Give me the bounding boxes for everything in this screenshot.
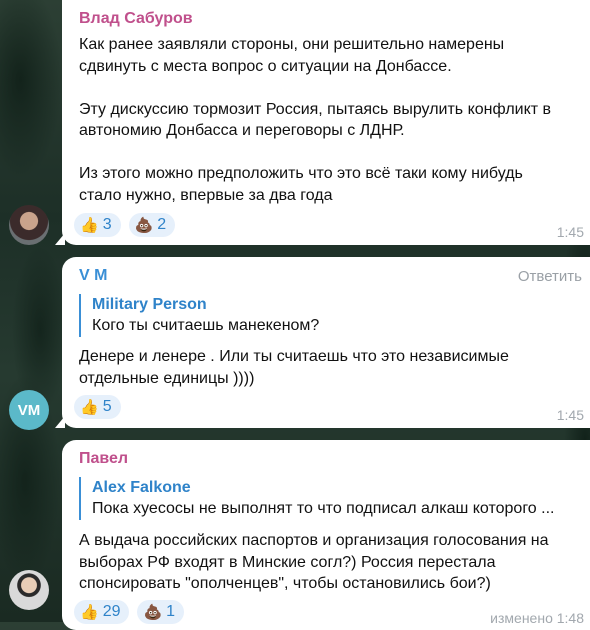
reaction-poop[interactable]: 💩 2 — [128, 213, 176, 237]
reactions-bar: 👍 29 💩 1 — [74, 600, 185, 624]
quote-author: Alex Falkone — [92, 479, 191, 496]
poop-icon: 💩 — [143, 602, 163, 621]
message-time: 1:45 — [556, 224, 584, 240]
reaction-poop[interactable]: 💩 1 — [137, 600, 185, 624]
poop-icon: 💩 — [134, 215, 154, 234]
reactions-bar: 👍 3 💩 2 — [74, 213, 176, 237]
reply-quote[interactable]: Alex Falkone Пока хуесосы не выполнят то… — [79, 477, 580, 520]
message-bubble[interactable]: V M Ответить Military Person Кого ты счи… — [55, 257, 590, 428]
reaction-count: 3 — [102, 216, 112, 233]
reaction-thumbs-up[interactable]: 👍 3 — [74, 213, 121, 237]
reaction-count: 5 — [102, 398, 112, 415]
message-time: изменено 1:48 — [490, 610, 584, 626]
message-text: Как ранее заявляли стороны, они решитель… — [79, 36, 552, 204]
quote-text: Кого ты считаешь манекеном? — [92, 317, 320, 334]
reaction-count: 1 — [166, 603, 176, 620]
message-text: А выдача российских паспортов и организа… — [79, 532, 549, 592]
avatar[interactable] — [9, 570, 49, 610]
message-bubble[interactable]: Влад Сабуров Как ранее заявляли стороны,… — [55, 0, 590, 245]
reaction-thumbs-up[interactable]: 👍 5 — [74, 395, 121, 419]
sender-name[interactable]: V M — [79, 267, 107, 285]
quote-author: Military Person — [92, 296, 207, 313]
reply-quote[interactable]: Military Person Кого ты считаешь манекен… — [79, 294, 580, 337]
avatar[interactable] — [9, 205, 49, 245]
reactions-bar: 👍 5 — [74, 395, 121, 419]
reaction-count: 29 — [102, 603, 121, 620]
thumbs-up-icon: 👍 — [80, 397, 99, 416]
reaction-thumbs-up[interactable]: 👍 29 — [74, 600, 130, 624]
sender-name[interactable]: Влад Сабуров — [79, 10, 193, 28]
quote-text: Пока хуесосы не выполнят то что подписал… — [92, 500, 555, 517]
reply-button[interactable]: Ответить — [518, 268, 582, 285]
sender-name[interactable]: Павел — [79, 450, 128, 468]
message-text: Денере и ленере . Или ты считаешь что эт… — [79, 348, 509, 387]
message-bubble[interactable]: Павел Alex Falkone Пока хуесосы не выпол… — [62, 440, 590, 630]
message-time: 1:45 — [556, 407, 584, 423]
thumbs-up-icon: 👍 — [80, 602, 99, 621]
thumbs-up-icon: 👍 — [80, 215, 99, 234]
reaction-count: 2 — [157, 216, 167, 233]
avatar[interactable]: VM — [9, 390, 49, 430]
